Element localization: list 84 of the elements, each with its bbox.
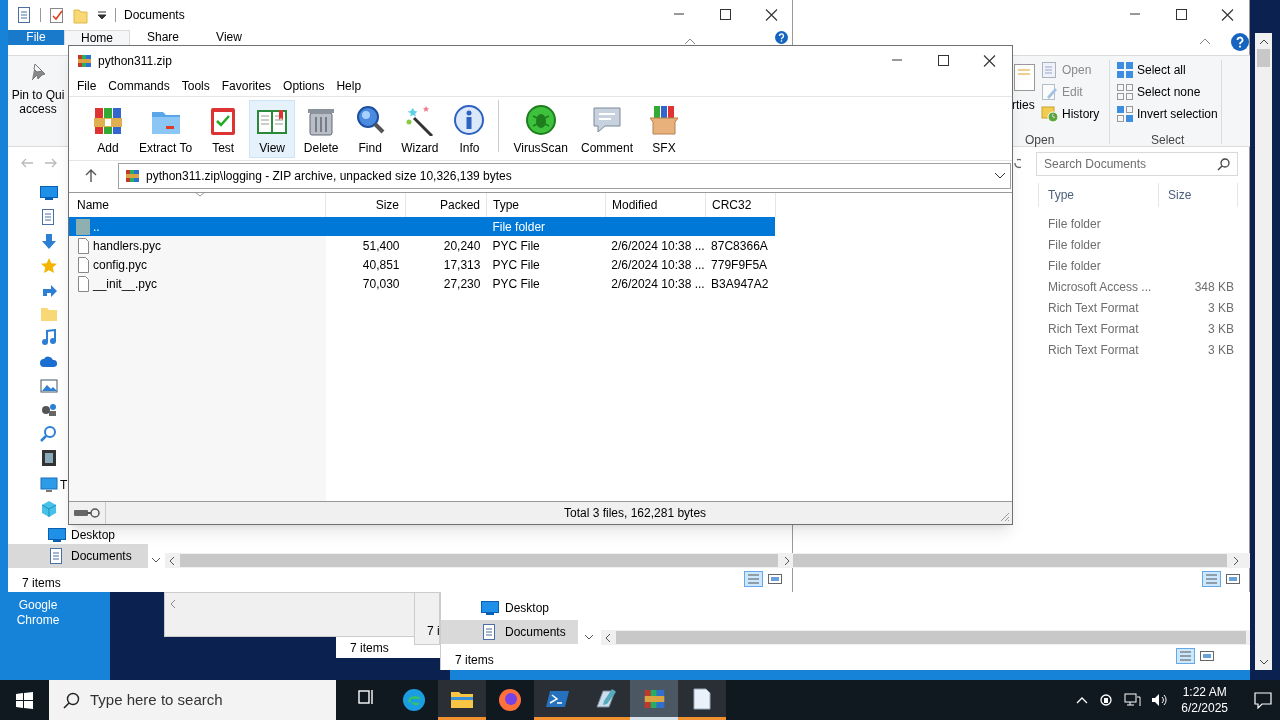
table-cell-text: handlers.pyc: [93, 237, 162, 255]
ribbon-button[interactable]: Select all: [1116, 61, 1218, 79]
nav-item[interactable]: Desktop: [8, 526, 148, 544]
status-text: Total 3 files, 162,281 bytes: [564, 505, 707, 522]
table-cell-text: 27,230: [443, 275, 481, 293]
table-cell-text: File folder: [1048, 257, 1102, 275]
nav-item[interactable]: Documents: [8, 544, 148, 568]
file-row[interactable]: handlers.pyc 51,400 20,240 PYC File 2/6/2024 10:38 ... 87C8366A: [69, 236, 775, 255]
status-text: 7 items: [455, 652, 494, 669]
toolbar-button[interactable]: VirusScan: [508, 100, 573, 158]
desktop-icon-label[interactable]: Google Chrome: [10, 598, 66, 628]
table-cell-text: Rich Text Format: [1048, 299, 1140, 317]
file-row[interactable]: __init__.pyc 70,030 27,230 PYC File 2/6/2024 10:38 ... B3A947A2: [69, 274, 775, 293]
table-cell-text: 40,851: [362, 256, 400, 274]
search-field[interactable]: Search Documents: [1036, 152, 1238, 176]
table-cell-text: __init__.pyc: [93, 275, 158, 293]
ribbon-tab[interactable]: File: [8, 30, 64, 45]
toolbar-button[interactable]: Delete: [298, 100, 345, 158]
table-cell: 3 KB: [1208, 342, 1234, 357]
ribbon-group-label: Open: [1025, 132, 1055, 149]
clock[interactable]: 1:22 AM 6/2/2025: [1177, 684, 1232, 716]
table-cell-text: 70,030: [362, 275, 400, 293]
table-cell-text: Rich Text Format: [1048, 341, 1140, 359]
table-cell-text: PYC File: [492, 237, 540, 255]
nav-item[interactable]: T: [60, 476, 68, 494]
nav-item[interactable]: Desktop: [441, 596, 578, 620]
toolbar-button[interactable]: Comment: [575, 100, 638, 158]
menu-item[interactable]: Commands: [102, 77, 176, 95]
table-cell-text: 17,313: [443, 256, 481, 274]
table-cell: 3 KB: [1208, 321, 1234, 336]
menu-item[interactable]: Options: [277, 77, 331, 95]
column-header[interactable]: Type: [1038, 183, 1158, 207]
table-cell-text: File folder: [1048, 236, 1102, 254]
table-cell-text: 87C8366A: [711, 237, 768, 255]
window-title: Documents: [124, 7, 185, 24]
menu-item[interactable]: Help: [330, 77, 368, 95]
toolbar-button[interactable]: Test: [200, 100, 247, 158]
toolbar-button[interactable]: View: [249, 100, 296, 158]
toolbar-button[interactable]: Extract To: [134, 100, 198, 158]
file-row[interactable]: .. File folder: [69, 217, 775, 236]
toolbar-button[interactable]: Add: [85, 100, 131, 158]
search-field[interactable]: Type here to search: [49, 680, 336, 720]
search-input[interactable]: Search Documents: [1044, 155, 1217, 173]
ribbon-button[interactable]: Invert selection: [1116, 105, 1218, 123]
table-cell-text: 2/6/2024 10:38 ...: [611, 275, 705, 293]
column-header[interactable]: Name: [69, 193, 326, 217]
menu-item[interactable]: File: [71, 77, 103, 95]
table-cell-text: Rich Text Format: [1048, 320, 1140, 338]
table-cell-text: 779F9F5A: [711, 256, 768, 274]
table-cell-text: 51,400: [362, 237, 400, 255]
toolbar-button[interactable]: Wizard: [396, 100, 444, 158]
table-cell-text: Microsoft Access ...: [1048, 278, 1153, 296]
status-text: 7 items: [22, 575, 61, 592]
ribbon-button[interactable]: Select none: [1116, 83, 1218, 101]
ribbon-group-label: Select: [1151, 132, 1185, 149]
status-text: 7 i: [427, 623, 439, 640]
nav-item[interactable]: Documents: [441, 620, 578, 644]
toolbar-button[interactable]: Info: [446, 100, 493, 158]
toolbar-button[interactable]: Find: [347, 100, 394, 158]
window-title: python311.zip: [98, 53, 172, 70]
table-cell-text: 20,240: [443, 237, 481, 255]
table-cell-text: File folder: [492, 218, 546, 236]
status-text: 7 items: [350, 639, 389, 657]
ribbon-button[interactable]: History: [1041, 105, 1100, 123]
table-cell: 3 KB: [1208, 300, 1234, 315]
table-cell-text: File folder: [1048, 215, 1102, 233]
table-cell-text: B3A947A2: [711, 275, 769, 293]
table-cell-text: ..: [93, 218, 100, 236]
ribbon-button-label[interactable]: rties: [1012, 96, 1035, 114]
ribbon-tab[interactable]: Home: [64, 30, 130, 45]
table-cell-text: 2/6/2024 10:38 ...: [611, 256, 705, 274]
address-field[interactable]: python311.zip\logging - ZIP archive, unpacked size 10,326,139 bytes: [118, 162, 1011, 189]
table-cell: 348 KB: [1194, 279, 1234, 294]
menu-item[interactable]: Favorites: [215, 77, 278, 95]
toolbar-button[interactable]: SFX: [641, 100, 687, 158]
pin-button[interactable]: Pin to Qui access: [8, 62, 68, 116]
table-cell-text: PYC File: [492, 256, 540, 274]
table-cell-text: 2/6/2024 10:38 ...: [611, 237, 705, 255]
file-row[interactable]: config.pyc 40,851 17,313 PYC File 2/6/2024 10:38 ... 779F9F5A: [69, 255, 775, 274]
table-cell-text: PYC File: [492, 275, 540, 293]
menu-item[interactable]: Tools: [175, 77, 216, 95]
table-cell-text: config.pyc: [93, 256, 148, 274]
column-header[interactable]: Size: [1158, 183, 1238, 207]
search-input[interactable]: Type here to search: [90, 688, 336, 712]
